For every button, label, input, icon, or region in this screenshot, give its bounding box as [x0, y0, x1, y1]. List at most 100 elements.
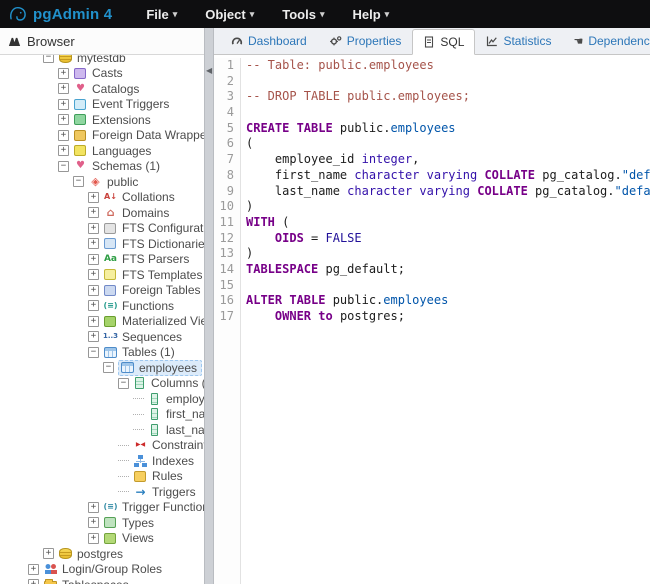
- tree-item-first-name[interactable]: first_name: [0, 407, 204, 423]
- menu-tools[interactable]: Tools ▾: [282, 7, 324, 22]
- tree-item-types[interactable]: +Types: [0, 515, 204, 531]
- expand-node-icon[interactable]: +: [88, 331, 99, 342]
- collapse-node-icon[interactable]: −: [73, 176, 84, 187]
- tree-item-postgres[interactable]: +postgres: [0, 546, 204, 562]
- tree-item-login-group-roles[interactable]: + Login/Group Roles: [0, 562, 204, 578]
- expand-node-icon[interactable]: +: [28, 579, 39, 584]
- expand-node-icon[interactable]: +: [58, 99, 69, 110]
- sql-code[interactable]: -- Table: public.employees-- DROP TABLE …: [241, 58, 650, 584]
- domains-icon: ⌂: [103, 206, 118, 219]
- line-number: 5: [214, 121, 234, 137]
- tree-item-views[interactable]: +Views: [0, 531, 204, 547]
- tree-item-materialized-views[interactable]: +Materialized Views: [0, 314, 204, 330]
- tree-item-schemas-1[interactable]: −♥Schemas (1): [0, 159, 204, 175]
- tree-item-tablespaces[interactable]: +Tablespaces: [0, 577, 204, 584]
- tree-item-employees[interactable]: −employees: [0, 360, 204, 376]
- expand-node-icon[interactable]: +: [58, 145, 69, 156]
- tree-item-sequences[interactable]: +1..3Sequences: [0, 329, 204, 345]
- tree-item-public[interactable]: −◈public: [0, 174, 204, 190]
- fts-templates-icon: [104, 269, 116, 280]
- tree-item-label: FTS Configurations: [122, 221, 204, 235]
- tree-item-casts[interactable]: +Casts: [0, 66, 204, 82]
- tree-item-mytestdb[interactable]: −mytestdb: [0, 55, 204, 66]
- menu-file[interactable]: File ▾: [146, 7, 177, 22]
- code-line: ): [246, 199, 650, 215]
- tree-item-label: first_name: [166, 407, 204, 421]
- collapse-panel-icon[interactable]: ◀: [206, 66, 212, 75]
- tree-item-label: Login/Group Roles: [62, 562, 162, 576]
- tree-item-trigger-functions[interactable]: +(≡)Trigger Functions: [0, 500, 204, 516]
- expand-node-icon[interactable]: +: [88, 238, 99, 249]
- code-line: TABLESPACE pg_default;: [246, 262, 650, 278]
- menu-object[interactable]: Object ▾: [205, 7, 254, 22]
- tree-item-tables-1[interactable]: − Tables (1): [0, 345, 204, 361]
- expand-node-icon[interactable]: +: [88, 316, 99, 327]
- tree-line-stub: [118, 445, 129, 446]
- tree-item-rules[interactable]: Rules: [0, 469, 204, 485]
- expand-node-icon[interactable]: +: [88, 223, 99, 234]
- tree-item-label: Schemas (1): [92, 159, 160, 173]
- code-token: employee_id: [246, 152, 362, 166]
- chevron-down-icon: ▾: [250, 9, 255, 20]
- tab-dashboard[interactable]: Dashboard: [220, 28, 318, 54]
- tree-item-languages[interactable]: +Languages: [0, 143, 204, 159]
- tab-sql[interactable]: SQL: [412, 29, 475, 55]
- tree-item-last-name[interactable]: last_name: [0, 422, 204, 438]
- line-number: 3: [214, 89, 234, 105]
- expand-node-icon[interactable]: +: [88, 517, 99, 528]
- tab-dependencies[interactable]: ☚ Dependencies: [562, 28, 650, 54]
- tree-item-constraints[interactable]: ▶◀Constraints: [0, 438, 204, 454]
- expand-node-icon[interactable]: +: [58, 130, 69, 141]
- tree-item-fts-dictionaries[interactable]: +FTS Dictionaries: [0, 236, 204, 252]
- tree-item-fts-templates[interactable]: +FTS Templates: [0, 267, 204, 283]
- tree-item-catalogs[interactable]: +♥Catalogs: [0, 81, 204, 97]
- expand-node-icon[interactable]: +: [88, 285, 99, 296]
- expand-node-icon[interactable]: +: [88, 207, 99, 218]
- expand-node-icon[interactable]: +: [58, 83, 69, 94]
- database-icon: [59, 548, 72, 559]
- tab-statistics[interactable]: Statistics: [475, 28, 562, 54]
- tree-item-foreign-tables[interactable]: +Foreign Tables: [0, 283, 204, 299]
- expand-node-icon[interactable]: +: [88, 269, 99, 280]
- expand-node-icon[interactable]: +: [88, 533, 99, 544]
- menu-list: File ▾ Object ▾ Tools ▾ Help ▾: [146, 7, 389, 22]
- browser-panel-header: Browser: [0, 28, 204, 55]
- collapse-node-icon[interactable]: −: [43, 55, 54, 63]
- expand-node-icon[interactable]: +: [58, 68, 69, 79]
- code-line: OIDS = FALSE: [246, 231, 650, 247]
- tree-item-domains[interactable]: +⌂Domains: [0, 205, 204, 221]
- menu-help[interactable]: Help ▾: [352, 7, 389, 22]
- expand-node-icon[interactable]: +: [88, 502, 99, 513]
- tree-item-fts-configurations[interactable]: + FTS Configurations: [0, 221, 204, 237]
- tree-item-fts-parsers[interactable]: +AaFTS Parsers: [0, 252, 204, 268]
- code-token: integer: [362, 152, 413, 166]
- collapse-node-icon[interactable]: −: [103, 362, 114, 373]
- tab-properties[interactable]: Properties: [318, 28, 413, 54]
- panel-splitter[interactable]: ◀: [204, 28, 214, 584]
- tree-item-event-triggers[interactable]: +Event Triggers: [0, 97, 204, 113]
- expand-node-icon[interactable]: +: [28, 564, 39, 575]
- casts-icon: [74, 68, 86, 79]
- collapse-node-icon[interactable]: −: [88, 347, 99, 358]
- tree-item-foreign-data-wrappers[interactable]: +Foreign Data Wrappers: [0, 128, 204, 144]
- code-line: WITH (: [246, 215, 650, 231]
- expand-node-icon[interactable]: +: [88, 254, 99, 265]
- tree-item-label: Tables (1): [122, 345, 175, 359]
- tree-item-columns-3[interactable]: −Columns (3): [0, 376, 204, 392]
- collapse-node-icon[interactable]: −: [58, 161, 69, 172]
- tree-item-employee-id[interactable]: employee_id: [0, 391, 204, 407]
- code-line: employee_id integer,: [246, 152, 650, 168]
- tree-item-indexes[interactable]: Indexes: [0, 453, 204, 469]
- tree-item-collations[interactable]: +A↓Collations: [0, 190, 204, 206]
- expand-node-icon[interactable]: +: [88, 300, 99, 311]
- expand-node-icon[interactable]: +: [58, 114, 69, 125]
- tree-item-extensions[interactable]: +Extensions: [0, 112, 204, 128]
- tree-item-triggers[interactable]: →Triggers: [0, 484, 204, 500]
- gears-icon: [329, 35, 342, 47]
- sql-editor[interactable]: 1234567891011121314151617 -- Table: publ…: [214, 55, 650, 584]
- collapse-node-icon[interactable]: −: [118, 378, 129, 389]
- selected-node-highlight[interactable]: employees: [118, 360, 202, 376]
- tree-item-functions[interactable]: +(≡)Functions: [0, 298, 204, 314]
- expand-node-icon[interactable]: +: [43, 548, 54, 559]
- expand-node-icon[interactable]: +: [88, 192, 99, 203]
